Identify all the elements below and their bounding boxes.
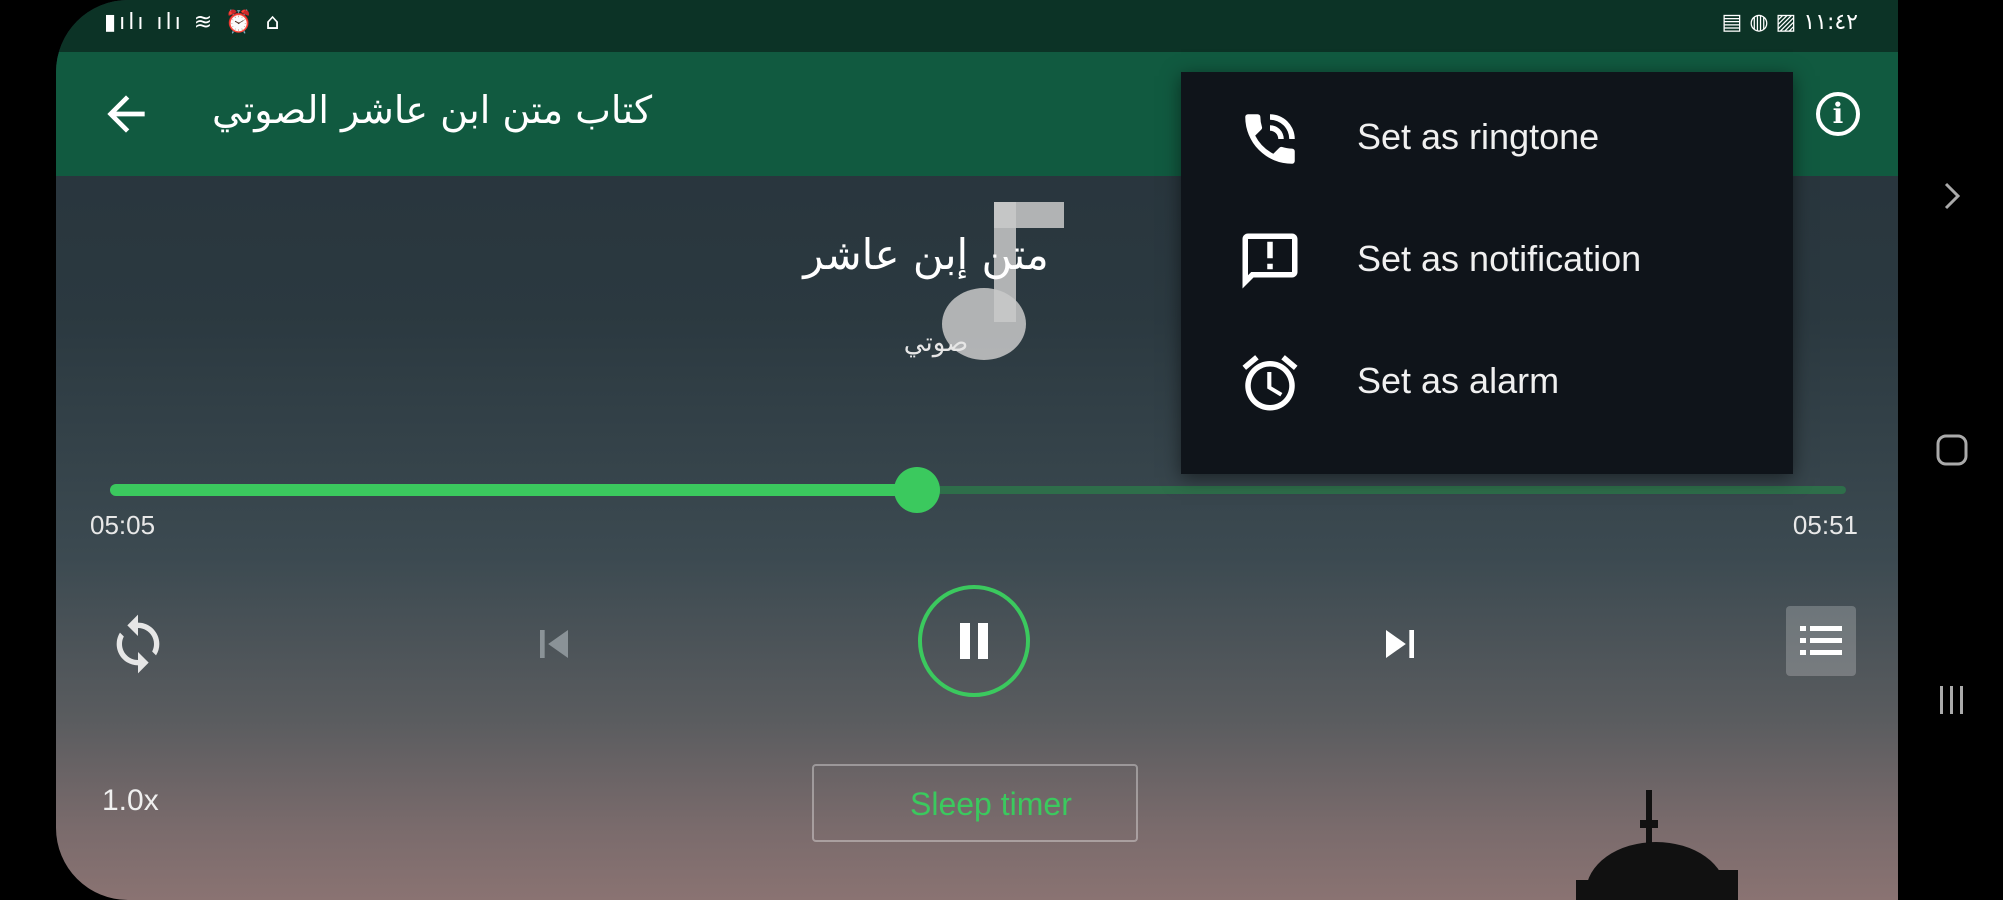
status-bar: ▮ılı ılı ≋ ⏰ ⌂ ▤ ◍ ▨ ١١:٤٢ [56,0,1898,52]
previous-button[interactable] [526,616,582,672]
pause-button[interactable] [918,585,1030,697]
menu-item-label: Set as ringtone [1357,116,1600,157]
skip-previous-icon [540,630,568,658]
seek-thumb[interactable] [894,467,941,513]
moon-icon [860,788,876,820]
home-icon[interactable] [1932,430,1972,470]
repeat-button[interactable] [106,612,170,676]
system-nav-bar [1898,0,2003,900]
back-button[interactable] [98,86,154,142]
status-time: ١١:٤٢ [1803,10,1858,35]
elapsed-time: 05:05 [90,510,156,540]
sleep-timer-label: Sleep timer [910,786,1072,822]
ringtone-options-menu: Set as ringtone Set as notification Set … [1181,72,1793,474]
seek-bar[interactable] [110,467,1846,513]
menu-item-set-as-alarm[interactable]: Set as alarm [1181,322,1793,442]
recent-apps-icon[interactable] [1932,680,1972,720]
repeat-icon [116,614,160,674]
skip-next-icon [1386,630,1414,658]
status-icons-left: ▮ılı ılı ≋ ⏰ ⌂ [104,10,283,35]
mosque-silhouette [1576,790,1738,900]
playback-speed-button[interactable]: 1.0x [102,784,159,818]
list-icon [1800,626,1842,655]
info-icon: i [1832,97,1844,130]
arrow-left-icon [107,95,145,133]
menu-item-set-as-ringtone[interactable]: Set as ringtone [1181,78,1793,198]
sleep-timer-button[interactable]: Sleep timer [812,764,1138,842]
status-icons-right: ▤ ◍ ▨ ١١:٤٢ [1722,10,1858,35]
menu-item-label: Set as alarm [1357,360,1560,401]
phone-ringing-icon [1245,114,1295,164]
page-title: كتاب متن ابن عاشر الصوتي [212,88,653,132]
menu-item-set-as-notification[interactable]: Set as notification [1181,200,1793,320]
menu-item-label: Set as notification [1357,238,1642,279]
alarm-clock-icon [1242,355,1298,411]
chevron-right-icon[interactable] [1932,176,1972,216]
next-button[interactable] [1372,616,1428,672]
track-title: متن إبن عاشر [803,230,1049,279]
total-time: 05:51 [1792,510,1858,540]
info-button[interactable]: i [1816,92,1860,136]
pause-icon [960,623,988,659]
track-artist: صوتي [903,328,969,358]
notification-alert-icon [1242,233,1298,289]
queue-button[interactable] [1786,606,1856,676]
player-screen: ▮ılı ılı ≋ ⏰ ⌂ ▤ ◍ ▨ ١١:٤٢ كتاب متن ابن … [56,0,1898,900]
seek-progress [110,484,918,496]
status-notification-icons: ▤ ◍ ▨ [1721,10,1797,35]
